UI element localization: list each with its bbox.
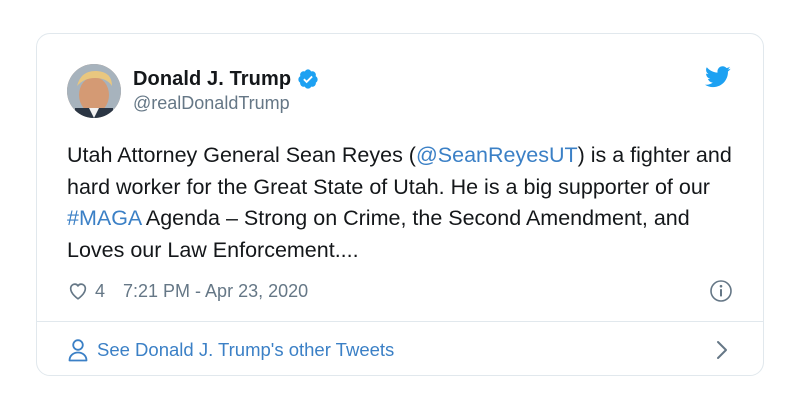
verified-badge-icon <box>297 68 319 90</box>
divider <box>37 321 763 322</box>
see-other-tweets-label[interactable]: See Donald J. Trump's other Tweets <box>97 339 394 361</box>
author-handle[interactable]: @realDonaldTrump <box>133 93 319 114</box>
tweet-embed-card: Donald J. Trump @realDonaldTrump Utah At… <box>36 33 764 376</box>
person-icon <box>67 338 89 362</box>
like-count[interactable]: 4 <box>95 281 105 302</box>
twitter-bird-icon[interactable] <box>705 66 731 88</box>
avatar-image <box>67 64 121 118</box>
tweet-meta: 4 7:21 PM - Apr 23, 2020 <box>67 278 733 304</box>
author-block[interactable]: Donald J. Trump @realDonaldTrump <box>133 66 319 114</box>
heart-icon[interactable] <box>67 280 89 302</box>
avatar[interactable] <box>67 64 121 118</box>
tweet-text: Utah Attorney General Sean Reyes (@SeanR… <box>67 140 737 266</box>
tweet-text-part: Agenda – Strong on Crime, the Second Ame… <box>67 206 690 262</box>
hashtag-link[interactable]: #MAGA <box>67 206 141 230</box>
tweet-timestamp[interactable]: 7:21 PM - Apr 23, 2020 <box>123 281 308 302</box>
tweet-header: Donald J. Trump @realDonaldTrump <box>67 64 733 120</box>
chevron-right-icon[interactable] <box>715 339 729 361</box>
info-icon[interactable] <box>709 279 733 303</box>
mention-link[interactable]: @SeanReyesUT <box>416 143 578 167</box>
see-other-tweets-link[interactable]: See Donald J. Trump's other Tweets <box>67 336 733 364</box>
author-display-name[interactable]: Donald J. Trump <box>133 68 291 91</box>
tweet-text-part: Utah Attorney General Sean Reyes ( <box>67 143 416 167</box>
